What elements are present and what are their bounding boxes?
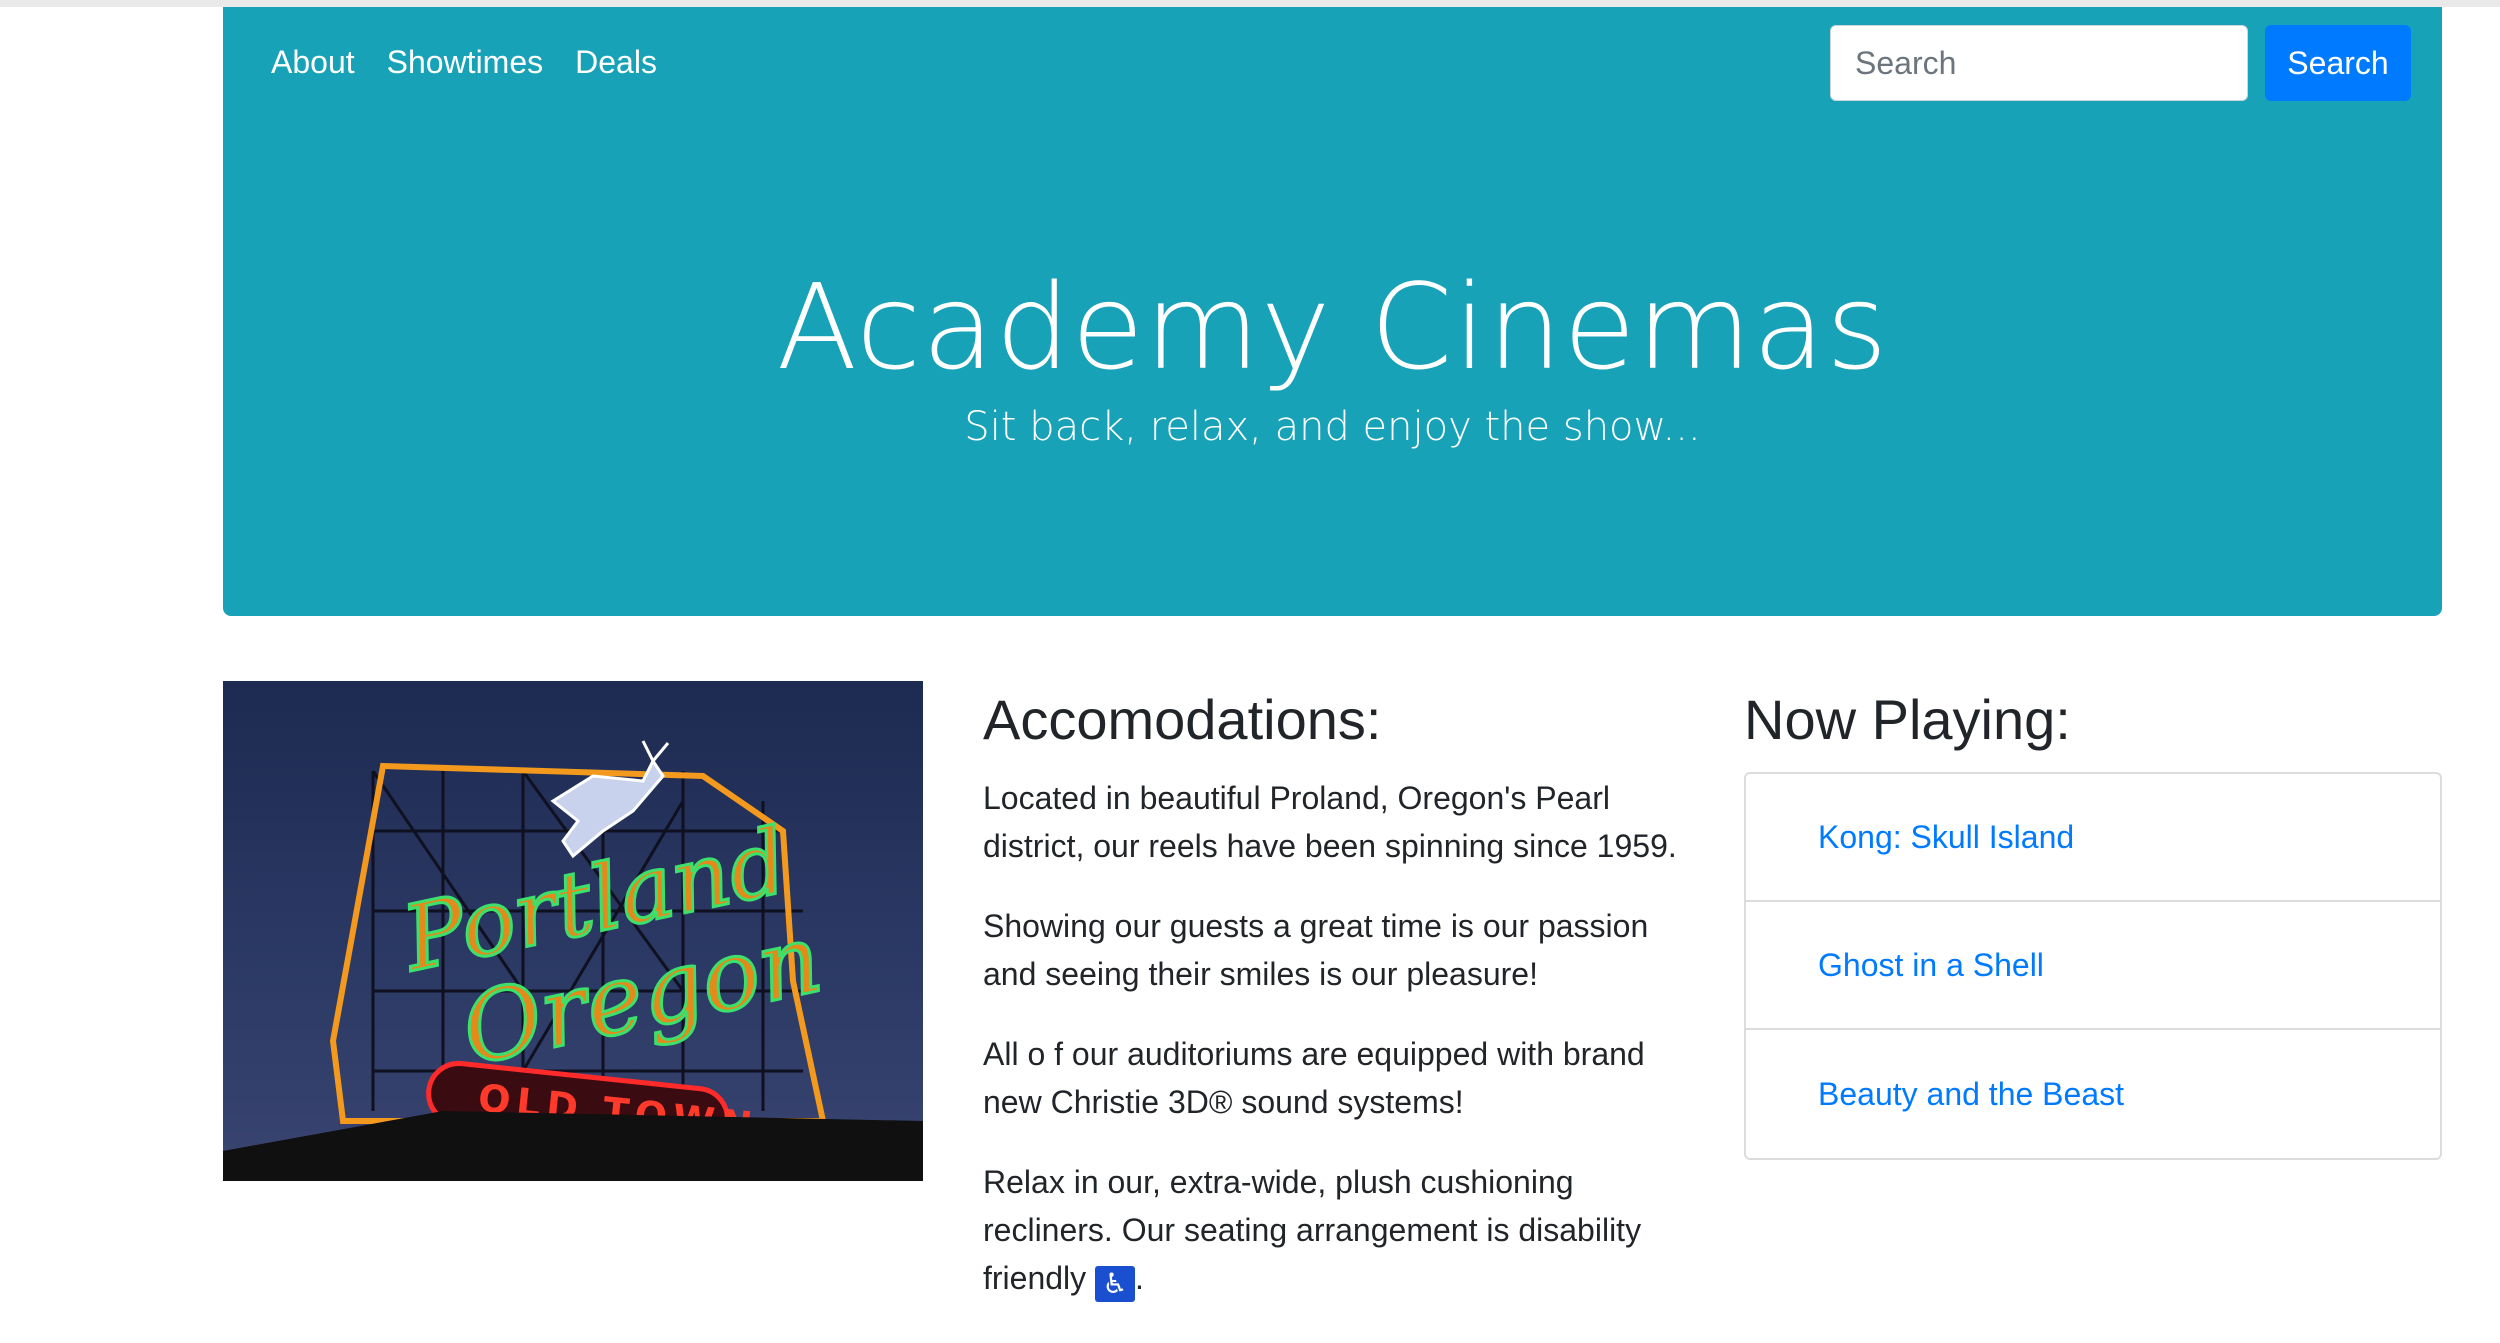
accomodations-paragraph-4: Relax in our, extra-wide, plush cushioni… — [983, 1158, 1683, 1302]
accomodations-paragraph-3: All o f our auditoriums are equipped wit… — [983, 1036, 1645, 1120]
list-item: Kong: Skull Island — [1746, 774, 2440, 902]
nav-link-deals[interactable]: Deals — [575, 44, 657, 81]
wheelchair-icon: ♿ — [1095, 1266, 1136, 1302]
search-button[interactable]: Search — [2265, 25, 2411, 101]
hero-banner: Academy Cinemas Sit back, relax, and enj… — [223, 118, 2442, 616]
nav-links: About Showtimes Deals — [271, 7, 657, 118]
accomodations-paragraph-4-end: . — [1135, 1260, 1144, 1296]
movie-list: Kong: Skull Island Ghost in a Shell Beau… — [1744, 772, 2442, 1160]
nav-link-showtimes[interactable]: Showtimes — [387, 44, 544, 81]
hero-title: Academy Cinemas — [776, 258, 1889, 396]
nav-link-about[interactable]: About — [271, 44, 355, 81]
list-item: Ghost in a Shell — [1746, 902, 2440, 1030]
accomodations-paragraph-1: Located in beautiful Proland, Oregon's P… — [983, 780, 1677, 864]
movie-link-beauty-and-the-beast[interactable]: Beauty and the Beast — [1818, 1076, 2124, 1113]
hero-subtitle: Sit back, relax, and enjoy the show... — [964, 404, 1701, 450]
movie-link-kong[interactable]: Kong: Skull Island — [1818, 819, 2074, 856]
navbar: About Showtimes Deals Search — [223, 7, 2442, 118]
portland-sign-photo: Portland Oregon OLD TOWN — [223, 681, 923, 1181]
now-playing-heading: Now Playing: — [1744, 688, 2071, 751]
now-playing-section: Now Playing: Kong: Skull Island Ghost in… — [1744, 680, 2442, 1160]
movie-link-ghost-in-a-shell[interactable]: Ghost in a Shell — [1818, 947, 2044, 984]
accomodations-heading: Accomodations: — [983, 688, 1382, 751]
accomodations-section: Accomodations: Located in beautiful Prol… — [983, 680, 1683, 1334]
top-border — [0, 0, 2500, 7]
portland-sign-image: Portland Oregon OLD TOWN — [223, 681, 923, 1181]
accomodations-paragraph-4-text: Relax in our, extra-wide, plush cushioni… — [983, 1164, 1642, 1296]
search-input[interactable] — [1830, 25, 2248, 101]
accomodations-paragraph-2: Showing our guests a great time is our p… — [983, 908, 1649, 992]
list-item: Beauty and the Beast — [1746, 1030, 2440, 1158]
